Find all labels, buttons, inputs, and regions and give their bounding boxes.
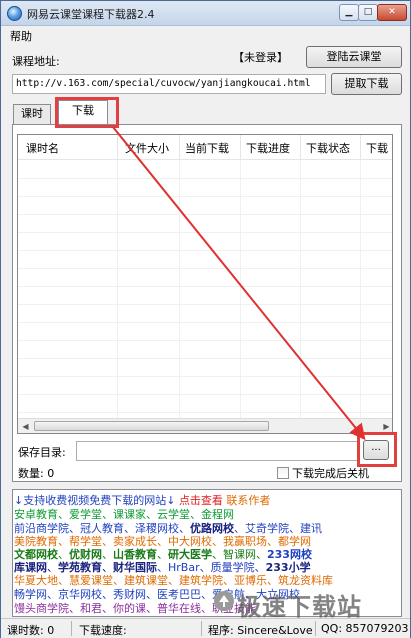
- watermark-logo-icon: [214, 591, 234, 611]
- grid-row-line: [18, 358, 392, 359]
- grid-column-line: [360, 160, 361, 420]
- column-file-size[interactable]: 文件大小: [125, 140, 169, 156]
- column-separator: [117, 135, 118, 160]
- login-button[interactable]: 登陆云课堂: [306, 46, 402, 68]
- tab-lessons[interactable]: 课时: [13, 104, 51, 124]
- title-bar[interactable]: 网易云课堂课程下载器2.4 ▁ □ ✕: [1, 1, 410, 26]
- grid-row-line: [18, 268, 392, 269]
- grid-row-line: [18, 322, 392, 323]
- list-header: 课时名 文件大小 当前下载 下载进度 下载状态 下载: [18, 135, 392, 160]
- grid-row-line: [18, 250, 392, 251]
- grid-row-line: [18, 178, 392, 179]
- shutdown-checkbox[interactable]: [277, 467, 289, 479]
- qq-contact: QQ: 857079203: [321, 622, 409, 635]
- status-separator: [71, 621, 72, 636]
- grid-row-line: [18, 340, 392, 341]
- status-separator: [201, 621, 202, 636]
- login-status: 【未登录】: [233, 51, 288, 64]
- grid-column-line: [300, 160, 301, 420]
- download-speed: 下载速度:: [79, 624, 127, 637]
- horizontal-scrollbar[interactable]: ◀ ▶: [18, 418, 392, 433]
- menu-bar: 帮助: [1, 26, 410, 44]
- minimize-button[interactable]: ▁: [339, 4, 359, 21]
- app-globe-icon: [7, 6, 22, 21]
- column-separator: [240, 135, 241, 160]
- status-bar: 课时数: 0 下载速度: 程序: Sincere&Love QQ: 857079…: [1, 618, 410, 638]
- grid-row-line: [18, 304, 392, 305]
- close-button[interactable]: ✕: [377, 4, 407, 21]
- download-list[interactable]: 课时名 文件大小 当前下载 下载进度 下载状态 下载 ◀ ▶: [17, 134, 393, 434]
- column-separator: [360, 135, 361, 160]
- save-dir-label: 保存目录:: [18, 446, 66, 459]
- grid-row-line: [18, 196, 392, 197]
- grid-row-line: [18, 394, 392, 395]
- grid-row-line: [18, 376, 392, 377]
- grid-column-line: [179, 160, 180, 420]
- status-separator: [315, 621, 316, 636]
- watermark-text: 极速下载站: [237, 593, 362, 621]
- highlight-download-tab: [55, 97, 119, 128]
- program-author: 程序: Sincere&Love: [208, 624, 313, 637]
- grid-row-line: [18, 412, 392, 413]
- grid-row-line: [18, 214, 392, 215]
- course-url-input[interactable]: http://v.163.com/special/cuvocw/yanjiang…: [12, 74, 326, 94]
- grid-column-line: [240, 160, 241, 420]
- save-dir-input[interactable]: [76, 441, 358, 461]
- course-address-label: 课程地址:: [12, 55, 60, 68]
- scrollbar-thumb[interactable]: [34, 421, 269, 431]
- grid-row-line: [18, 232, 392, 233]
- column-status[interactable]: 下载状态: [306, 140, 350, 156]
- column-lesson-name[interactable]: 课时名: [26, 140, 59, 156]
- extract-download-button[interactable]: 提取下载: [331, 73, 402, 95]
- menu-help[interactable]: 帮助: [10, 28, 32, 44]
- column-current-download[interactable]: 当前下载: [185, 140, 229, 156]
- window-title: 网易云课堂课程下载器2.4: [27, 8, 155, 21]
- grid-column-line: [117, 160, 118, 420]
- column-separator: [300, 135, 301, 160]
- scroll-left-icon[interactable]: ◀: [18, 419, 33, 433]
- shutdown-label: 下载完成后关机: [292, 467, 369, 480]
- lesson-count: 课时数: 0: [7, 624, 55, 637]
- column-separator: [179, 135, 180, 160]
- grid-row-line: [18, 286, 392, 287]
- column-download[interactable]: 下载: [366, 140, 388, 156]
- column-progress[interactable]: 下载进度: [246, 140, 290, 156]
- app-window: 网易云课堂课程下载器2.4 ▁ □ ✕ 帮助 课程地址: 【未登录】 登陆云课堂…: [0, 0, 411, 638]
- maximize-button[interactable]: □: [358, 4, 378, 21]
- highlight-browse-button: [357, 432, 397, 467]
- count-label: 数量: 0: [18, 467, 55, 480]
